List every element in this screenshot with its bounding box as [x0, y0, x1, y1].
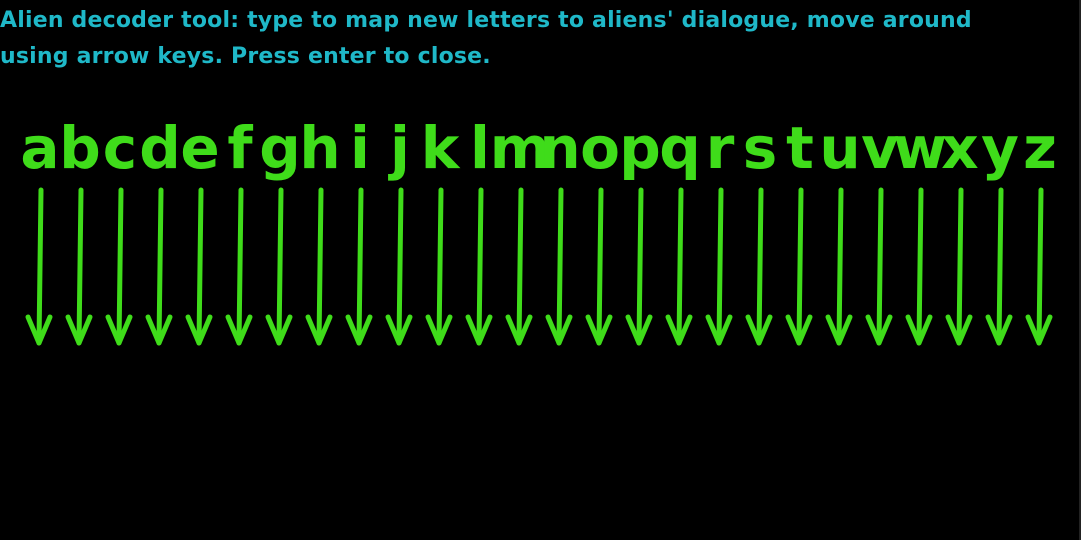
arrow-down-icon: [585, 187, 613, 346]
arrow-down-icon: [105, 187, 133, 346]
alphabet-letter-u: u: [819, 114, 860, 182]
arrow-down-icon: [825, 187, 853, 346]
arrow-down-icon: [545, 187, 573, 346]
arrow-down-icon: [225, 187, 253, 346]
alphabet-letter-q: q: [659, 114, 701, 182]
alphabet-letter-p: p: [619, 114, 661, 182]
alphabet-letter-e: e: [180, 114, 219, 182]
letter-column-q[interactable]: q: [659, 114, 701, 346]
alphabet-letter-r: r: [706, 114, 735, 182]
arrow-down-icon: [905, 187, 933, 346]
arrow-down-icon: [65, 187, 93, 346]
letter-column-i[interactable]: i: [345, 114, 373, 346]
letter-column-t[interactable]: t: [785, 114, 814, 346]
letter-column-l[interactable]: l: [465, 114, 493, 346]
alphabet-letter-s: s: [743, 114, 778, 182]
arrow-down-icon: [705, 187, 733, 346]
letter-column-r[interactable]: r: [705, 114, 735, 346]
arrow-down-icon: [985, 187, 1013, 346]
letter-column-x[interactable]: x: [941, 114, 979, 346]
arrow-down-icon: [145, 187, 173, 346]
arrow-down-icon: [385, 187, 413, 346]
letter-column-e[interactable]: e: [180, 114, 220, 346]
alphabet-letter-t: t: [786, 114, 814, 182]
alphabet-letter-w: w: [893, 114, 947, 182]
alphabet-letter-n: n: [539, 114, 580, 182]
letter-column-c[interactable]: c: [103, 114, 137, 346]
alien-decoder-screen[interactable]: Alien decoder tool: type to map new lett…: [0, 0, 1081, 540]
alphabet-letter-i: i: [350, 114, 370, 182]
letter-column-b[interactable]: b: [59, 114, 101, 346]
letter-column-g[interactable]: g: [259, 114, 301, 346]
arrow-down-icon: [425, 187, 453, 346]
alphabet-letter-l: l: [470, 114, 490, 182]
alphabet-letter-x: x: [941, 114, 978, 182]
alphabet-letter-c: c: [103, 114, 137, 182]
arrow-down-icon: [465, 187, 493, 346]
alphabet-letter-z: z: [1023, 114, 1057, 182]
letter-column-d[interactable]: d: [139, 114, 181, 346]
arrow-down-icon: [785, 187, 813, 346]
letter-column-n[interactable]: n: [539, 114, 581, 346]
letter-column-u[interactable]: u: [819, 114, 861, 346]
alphabet-letter-o: o: [580, 114, 620, 182]
alphabet-letter-f: f: [227, 114, 253, 182]
letter-column-o[interactable]: o: [580, 114, 620, 346]
arrow-down-icon: [25, 187, 53, 346]
decoder-mapping: a b c d e f gh i j k l mn o pq r s t u vwx y z: [20, 114, 1057, 346]
letter-column-f[interactable]: f: [225, 114, 253, 346]
arrow-down-icon: [505, 187, 533, 346]
letter-column-h[interactable]: h: [299, 114, 341, 346]
alphabet-letter-a: a: [20, 114, 59, 182]
arrow-down-icon: [665, 187, 693, 346]
alphabet-letter-b: b: [59, 114, 101, 182]
alphabet-letter-y: y: [981, 114, 1019, 182]
letter-column-y[interactable]: y: [981, 114, 1019, 346]
arrow-down-icon: [865, 187, 893, 346]
alphabet-letter-g: g: [259, 114, 301, 182]
alphabet-letter-h: h: [299, 114, 340, 182]
letter-column-j[interactable]: j: [385, 114, 413, 346]
letter-column-s[interactable]: s: [743, 114, 778, 346]
arrow-down-icon: [745, 187, 773, 346]
alphabet-letter-k: k: [421, 114, 461, 182]
arrow-down-icon: [345, 187, 373, 346]
letter-column-z[interactable]: z: [1023, 114, 1057, 346]
arrow-down-icon: [1025, 187, 1053, 346]
arrow-down-icon: [265, 187, 293, 346]
letter-column-w[interactable]: w: [893, 114, 947, 346]
arrow-down-icon: [945, 187, 973, 346]
letter-column-k[interactable]: k: [421, 114, 461, 346]
letter-column-a[interactable]: a: [20, 114, 60, 346]
alphabet-letter-j: j: [388, 114, 410, 182]
arrow-down-icon: [305, 187, 333, 346]
letter-column-p[interactable]: p: [619, 114, 661, 346]
arrow-down-icon: [185, 187, 213, 346]
arrow-down-icon: [625, 187, 653, 346]
alphabet-letter-d: d: [139, 114, 181, 182]
